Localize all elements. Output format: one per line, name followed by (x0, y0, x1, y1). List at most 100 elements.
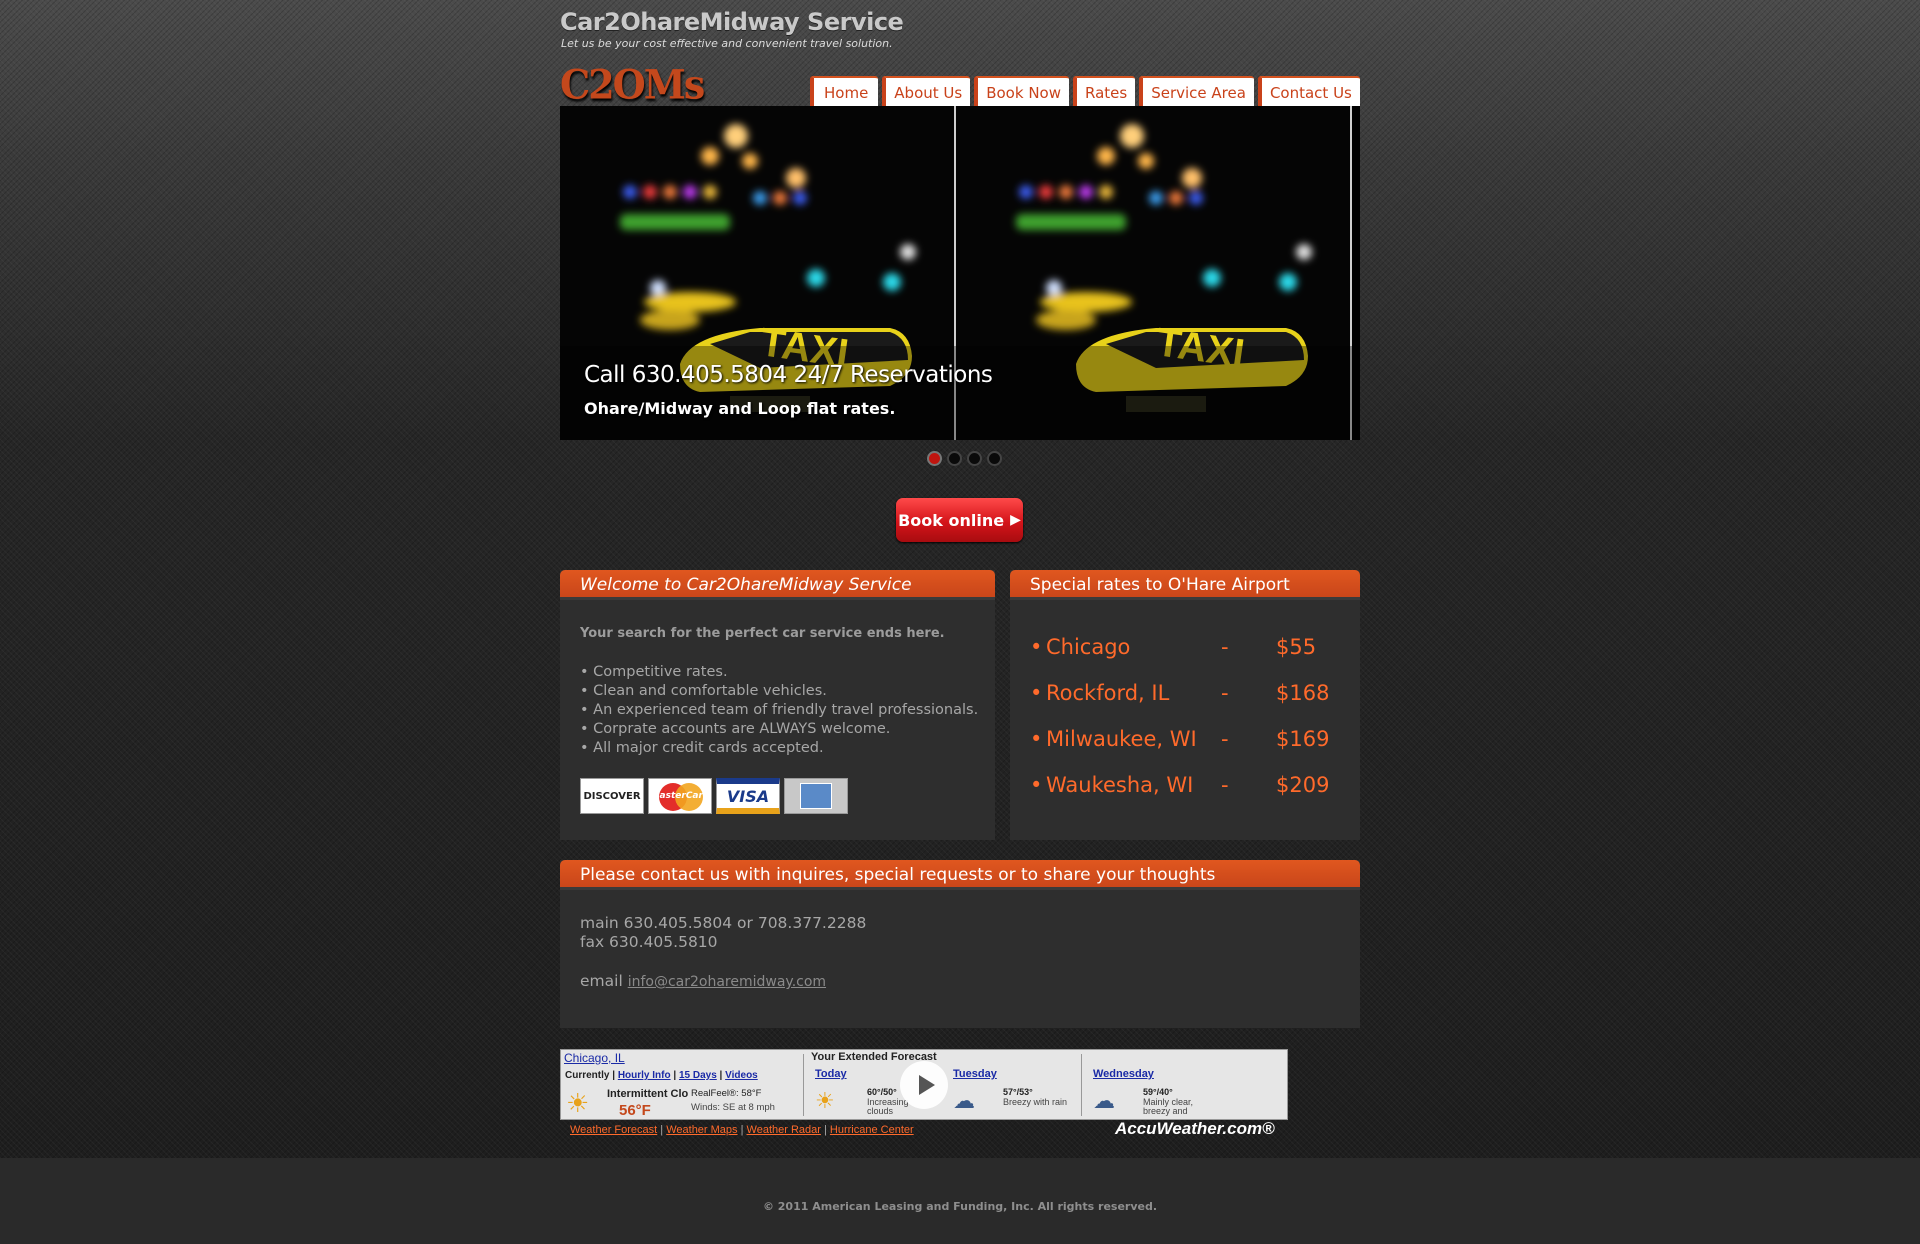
rate-row: • Waukesha, WI - $209 (1030, 762, 1350, 808)
forecast-tuesday-link[interactable]: Tuesday (953, 1068, 997, 1080)
site-tagline: Let us be your cost effective and conven… (561, 37, 893, 50)
book-online-label: Book online (898, 510, 1005, 530)
site-logo[interactable]: C2OMs (560, 61, 705, 108)
weather-radar-link[interactable]: Weather Radar (747, 1124, 821, 1136)
mastercard-icon: MasterCard (648, 778, 712, 814)
feature-item: • All major credit cards accepted. (580, 740, 824, 756)
rate-dash: - (1221, 727, 1229, 751)
bullet-icon: • (1030, 681, 1043, 705)
partly-sunny-icon: ☀ (815, 1088, 835, 1113)
play-video-icon[interactable] (900, 1061, 948, 1109)
partly-cloudy-icon: ☀ (566, 1088, 590, 1118)
bullet-icon: • (1030, 727, 1043, 751)
rate-row: • Chicago - $55 (1030, 624, 1350, 670)
rate-price: $169 (1276, 727, 1330, 751)
weather-maps-link[interactable]: Weather Maps (666, 1124, 737, 1136)
email-link[interactable]: info@car2oharemidway.com (628, 974, 826, 990)
contact-email-line: email info@car2oharemidway.com (580, 972, 826, 990)
currently-label: Currently (565, 1070, 610, 1081)
contact-heading: Please contact us with inquires, special… (560, 860, 1360, 890)
rate-row: • Rockford, IL - $168 (1030, 670, 1350, 716)
forecast-tuesday-temps: 57°/53° (1003, 1087, 1033, 1097)
slider-dot-2[interactable] (947, 451, 962, 466)
15-days-link[interactable]: 15 Days (679, 1070, 717, 1081)
page-container: Car2OhareMidway Service Let us be your c… (560, 0, 1360, 1158)
current-temp: 56°F (619, 1102, 651, 1119)
rate-price: $55 (1276, 635, 1317, 659)
nav-book-now[interactable]: Book Now (974, 76, 1069, 106)
slide-caption-subtitle: Ohare/Midway and Loop flat rates. (584, 399, 896, 418)
discover-card-icon: DISCOVER (580, 778, 644, 814)
welcome-intro: Your search for the perfect car service … (580, 626, 945, 641)
fax-number: fax 630.405.5810 (580, 933, 718, 951)
slider-dot-3[interactable] (967, 451, 982, 466)
visa-card-icon: VISA (716, 778, 780, 814)
winds: Winds: SE at 8 mph (691, 1102, 775, 1113)
bullet-icon: • (1030, 635, 1043, 659)
credit-cards: DISCOVER MasterCard VISA (580, 778, 848, 814)
forecast-wednesday-desc: Mainly clear, breezy and (1143, 1097, 1194, 1116)
nav-rates[interactable]: Rates (1072, 76, 1136, 106)
weather-forecast-link[interactable]: Weather Forecast (570, 1124, 657, 1136)
nav-home[interactable]: Home (810, 76, 879, 106)
main-phone: main 630.405.5804 or 708.377.2288 (580, 914, 867, 932)
special-rates-panel: Special rates to O'Hare Airport • Chicag… (1010, 570, 1360, 840)
forecast-today-link[interactable]: Today (815, 1068, 847, 1080)
rate-dash: - (1221, 635, 1229, 659)
forecast-today-temps: 60°/50° (867, 1087, 897, 1097)
image-slider[interactable]: TAXI TAXI Call 630.405.5804 24/7 Reserva… (560, 106, 1360, 440)
forecast-wednesday-temps: 59°/40° (1143, 1087, 1173, 1097)
rate-row: • Milwaukee, WI - $169 (1030, 716, 1350, 762)
hurricane-center-link[interactable]: Hurricane Center (830, 1124, 914, 1136)
bullet-icon: • (1030, 773, 1043, 797)
accuweather-logo[interactable]: AccuWeather.com® (1115, 1119, 1275, 1139)
weather-widget: Chicago, IL Currently | Hourly Info | 15… (560, 1049, 1288, 1120)
rate-place: Milwaukee, WI (1046, 727, 1197, 751)
feature-item: • An experienced team of friendly travel… (580, 702, 979, 718)
site-title: Car2OhareMidway Service (560, 8, 904, 36)
book-online-button[interactable]: Book online ▶ (896, 498, 1023, 542)
slider-pagination (927, 451, 1002, 466)
rain-cloud-icon: ☁ (953, 1088, 975, 1113)
contact-phones: main 630.405.5804 or 708.377.2288 fax 63… (580, 914, 866, 952)
rate-dash: - (1221, 681, 1229, 705)
realfeel: RealFeel®: 58°F (691, 1088, 762, 1099)
weather-divider (803, 1054, 804, 1116)
main-nav: Home About Us Book Now Rates Service Are… (810, 76, 1360, 106)
play-arrow-icon: ▶ (1010, 512, 1021, 528)
slide-caption-band (560, 346, 1360, 440)
forecast-wednesday-link[interactable]: Wednesday (1093, 1068, 1154, 1080)
rate-place: Rockford, IL (1046, 681, 1170, 705)
feature-list: • Competitive rates. • Clean and comfort… (580, 663, 978, 758)
slider-dot-4[interactable] (987, 451, 1002, 466)
rates-list: • Chicago - $55 • Rockford, IL - $168 • … (1030, 624, 1350, 808)
rate-dash: - (1221, 773, 1229, 797)
feature-item: • Clean and comfortable vehicles. (580, 683, 827, 699)
forecast-tuesday-desc: Breezy with rain (1003, 1097, 1068, 1107)
special-rates-heading: Special rates to O'Hare Airport (1010, 570, 1360, 600)
current-condition: Intermittent Clo (607, 1088, 689, 1100)
feature-item: • Corprate accounts are ALWAYS welcome. (580, 721, 891, 737)
rate-price: $168 (1276, 681, 1330, 705)
slide-caption-title: Call 630.405.5804 24/7 Reservations (584, 362, 993, 388)
nav-contact-us[interactable]: Contact Us (1257, 76, 1360, 106)
amex-card-icon (784, 778, 848, 814)
feature-item: • Competitive rates. (580, 664, 728, 680)
welcome-heading: Welcome to Car2OhareMidway Service (560, 570, 995, 600)
videos-link[interactable]: Videos (725, 1070, 758, 1081)
weather-location-link[interactable]: Chicago, IL (564, 1051, 625, 1065)
weather-divider (1081, 1054, 1082, 1116)
contact-panel: Please contact us with inquires, special… (560, 860, 1360, 1028)
hourly-info-link[interactable]: Hourly Info (618, 1070, 671, 1081)
weather-links: Weather Forecast | Weather Maps | Weathe… (570, 1124, 914, 1136)
rate-place: Waukesha, WI (1046, 773, 1194, 797)
rate-price: $209 (1276, 773, 1330, 797)
email-label: email (580, 972, 623, 990)
rain-cloud-icon: ☁ (1093, 1088, 1115, 1113)
welcome-panel: Welcome to Car2OhareMidway Service Your … (560, 570, 995, 840)
nav-about-us[interactable]: About Us (882, 76, 971, 106)
rate-place: Chicago (1046, 635, 1131, 659)
nav-service-area[interactable]: Service Area (1139, 76, 1254, 106)
weather-current-links: Currently | Hourly Info | 15 Days | Vide… (565, 1070, 758, 1081)
slider-dot-1[interactable] (927, 451, 942, 466)
